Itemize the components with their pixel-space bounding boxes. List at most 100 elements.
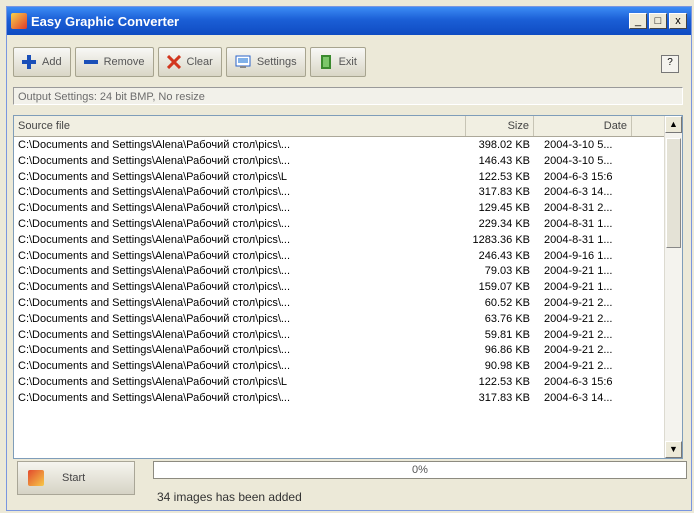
minus-icon [83, 60, 98, 64]
start-label: Start [62, 472, 86, 484]
file-date-cell: 2004-9-21 1... [544, 265, 613, 278]
file-path-cell: C:\Documents and Settings\Alena\Рабочий … [18, 139, 291, 151]
minimize-button[interactable]: _ [629, 13, 647, 29]
file-size-cell: 398.02 KB [478, 139, 530, 151]
table-row[interactable]: C:\Documents and Settings\Alena\Рабочий … [14, 264, 666, 280]
file-size-cell: 90.98 KB [484, 360, 530, 373]
table-row[interactable]: C:\Documents and Settings\Alena\Рабочий … [14, 170, 666, 186]
clear-label: Clear [186, 56, 213, 68]
file-path-cell: C:\Documents and Settings\Alena\Рабочий … [18, 233, 291, 246]
file-path-cell: C:\Documents and Settings\Alena\Рабочий … [18, 281, 291, 294]
file-date-cell: 2004-8-31 1... [544, 233, 613, 246]
progress-bar: 0% [153, 461, 687, 479]
table-row[interactable]: C:\Documents and Settings\Alena\Рабочий … [14, 249, 666, 265]
file-date-cell: 2004-3-10 5... [544, 154, 613, 167]
file-date-cell: 2004-9-21 2... [544, 360, 613, 373]
file-path-cell: C:\Documents and Settings\Alena\Рабочий … [18, 265, 291, 278]
file-date-cell: 2004-6-3 15:6 [544, 170, 613, 183]
table-row[interactable]: C:\Documents and Settings\Alena\Рабочий … [14, 328, 666, 344]
file-size-cell: 96.86 KB [484, 344, 530, 357]
file-size-cell: 246.43 KB [478, 249, 530, 262]
toolbar: Add Remove Clear Settings Exit [13, 47, 366, 77]
table-row[interactable]: C:\Documents and Settings\Alena\Рабочий … [14, 138, 666, 154]
exit-button[interactable]: Exit [309, 47, 366, 77]
table-row[interactable]: C:\Documents and Settings\Alena\Рабочий … [14, 359, 666, 375]
table-row[interactable]: C:\Documents and Settings\Alena\Рабочий … [14, 391, 666, 407]
window-controls: _ □ x [629, 13, 687, 29]
list-header: Source file Size Date [14, 116, 666, 137]
table-row[interactable]: C:\Documents and Settings\Alena\Рабочий … [14, 185, 666, 201]
file-path-cell: C:\Documents and Settings\Alena\Рабочий … [18, 186, 291, 199]
scroll-up-button[interactable]: ▲ [665, 116, 682, 133]
remove-button[interactable]: Remove [74, 47, 154, 77]
settings-icon [235, 55, 251, 68]
window-title: Easy Graphic Converter [31, 13, 180, 29]
file-path-cell: C:\Documents and Settings\Alena\Рабочий … [18, 328, 291, 341]
table-row[interactable]: C:\Documents and Settings\Alena\Рабочий … [14, 154, 666, 170]
remove-label: Remove [103, 56, 145, 68]
plus-icon [22, 55, 36, 69]
file-list[interactable]: Source file Size Date C:\Documents and S… [13, 115, 683, 459]
clear-button[interactable]: Clear [157, 47, 222, 77]
table-row[interactable]: C:\Documents and Settings\Alena\Рабочий … [14, 217, 666, 233]
table-row[interactable]: C:\Documents and Settings\Alena\Рабочий … [14, 201, 666, 217]
file-path-cell: C:\Documents and Settings\Alena\Рабочий … [18, 217, 291, 230]
file-date-cell: 2004-9-21 2... [544, 296, 613, 309]
file-size-cell: 317.83 KB [478, 186, 530, 199]
file-path-cell: C:\Documents and Settings\Alena\Рабочий … [18, 312, 291, 325]
table-row[interactable]: C:\Documents and Settings\Alena\Рабочий … [14, 296, 666, 312]
file-path-cell: C:\Documents and Settings\Alena\Рабочий … [18, 344, 291, 357]
file-path-cell: C:\Documents and Settings\Alena\Рабочий … [18, 360, 291, 373]
file-size-cell: 122.53 KB [478, 170, 530, 183]
source-column-header[interactable]: Source file [14, 116, 466, 136]
close-button[interactable]: x [669, 13, 687, 29]
table-row[interactable]: C:\Documents and Settings\Alena\Рабочий … [14, 233, 666, 249]
file-date-cell: 2004-9-21 2... [544, 312, 613, 325]
extra-column-header[interactable] [632, 116, 666, 136]
maximize-button[interactable]: □ [649, 13, 667, 29]
file-size-cell: 1283.36 KB [472, 233, 531, 246]
settings-button[interactable]: Settings [225, 47, 306, 77]
add-label: Add [42, 56, 62, 68]
vertical-scrollbar[interactable]: ▲ ▼ [664, 116, 682, 458]
file-path-cell: C:\Documents and Settings\Alena\Рабочий … [18, 202, 291, 215]
table-row[interactable]: C:\Documents and Settings\Alena\Рабочий … [14, 343, 666, 359]
file-date-cell: 2004-6-3 14... [544, 391, 613, 404]
file-size-cell: 63.76 KB [484, 312, 530, 325]
status-text: 34 images has been added [157, 490, 302, 504]
output-settings-field[interactable]: Output Settings: 24 bit BMP, No resize [13, 87, 683, 105]
file-size-cell: 129.45 KB [478, 202, 530, 215]
title-bar: Easy Graphic Converter _ □ x [7, 7, 691, 35]
scroll-down-button[interactable]: ▼ [665, 441, 682, 458]
table-row[interactable]: C:\Documents and Settings\Alena\Рабочий … [14, 280, 666, 296]
file-date-cell: 2004-9-21 1... [544, 281, 613, 294]
file-date-cell: 2004-8-31 1... [544, 217, 613, 230]
table-row[interactable]: C:\Documents and Settings\Alena\Рабочий … [14, 375, 666, 391]
file-date-cell: 2004-9-21 2... [544, 344, 613, 357]
scroll-thumb[interactable] [666, 138, 681, 248]
file-date-cell: 2004-3-10 5... [544, 139, 613, 151]
file-date-cell: 2004-8-31 2... [544, 202, 613, 215]
app-icon [11, 13, 27, 29]
file-path-cell: C:\Documents and Settings\Alena\Рабочий … [18, 154, 291, 167]
add-button[interactable]: Add [13, 47, 71, 77]
start-button[interactable]: Start [17, 461, 135, 495]
date-column-header[interactable]: Date [534, 116, 632, 136]
file-size-cell: 146.43 KB [478, 154, 530, 167]
file-path-cell: C:\Documents and Settings\Alena\Рабочий … [18, 391, 291, 404]
file-path-cell: C:\Documents and Settings\Alena\Рабочий … [18, 170, 287, 183]
table-row[interactable]: C:\Documents and Settings\Alena\Рабочий … [14, 312, 666, 328]
file-date-cell: 2004-9-21 2... [544, 328, 613, 341]
file-date-cell: 2004-6-3 14... [544, 186, 613, 199]
start-icon [28, 470, 44, 486]
progress-text: 0% [412, 464, 428, 476]
size-column-header[interactable]: Size [466, 116, 534, 136]
settings-label: Settings [256, 56, 297, 68]
list-rows: C:\Documents and Settings\Alena\Рабочий … [14, 138, 666, 407]
help-button[interactable]: ? [661, 55, 679, 73]
door-icon [320, 55, 331, 69]
file-path-cell: C:\Documents and Settings\Alena\Рабочий … [18, 296, 291, 309]
x-icon [166, 55, 181, 69]
exit-label: Exit [338, 56, 357, 68]
file-size-cell: 79.03 KB [484, 265, 530, 278]
